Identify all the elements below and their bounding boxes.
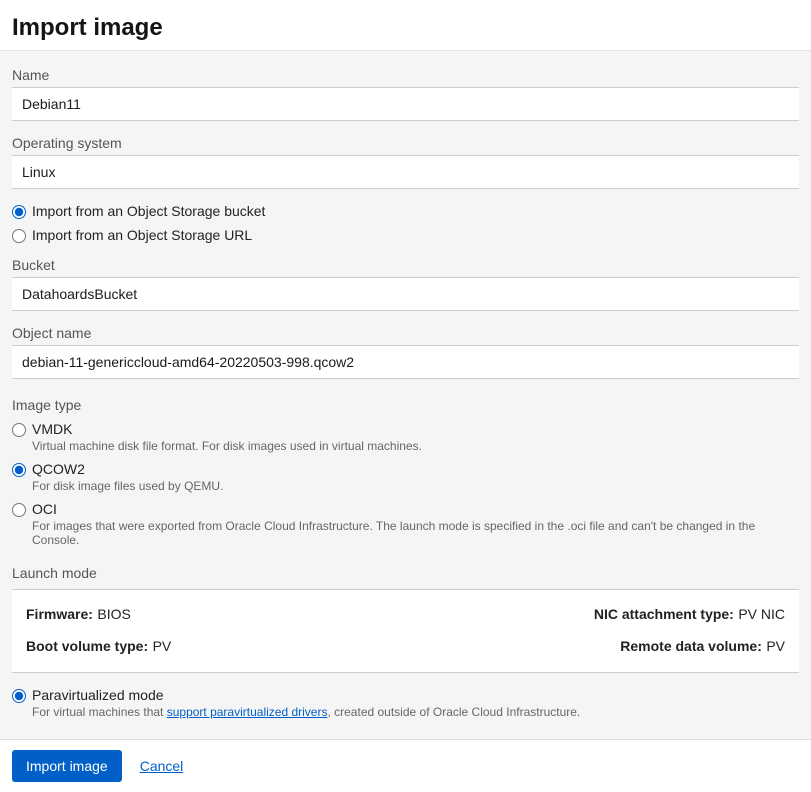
pv-mode-desc: For virtual machines that support paravi… <box>32 705 799 719</box>
source-bucket-radio-row[interactable]: Import from an Object Storage bucket <box>12 203 799 219</box>
name-label: Name <box>12 67 799 83</box>
boot-value-text: PV <box>153 638 172 654</box>
qcow2-radio-row[interactable]: QCOW2 <box>12 461 799 477</box>
pv-mode-radio[interactable] <box>12 689 26 703</box>
vmdk-radio[interactable] <box>12 423 26 437</box>
oci-desc: For images that were exported from Oracl… <box>32 519 799 547</box>
pv-desc-post: , created outside of Oracle Cloud Infras… <box>327 705 580 719</box>
firmware-label: Firmware: <box>26 606 93 622</box>
pv-mode-label: Paravirtualized mode <box>32 687 164 703</box>
object-label: Object name <box>12 325 799 341</box>
source-bucket-radio[interactable] <box>12 205 26 219</box>
bucket-select[interactable] <box>12 277 799 311</box>
source-url-radio-row[interactable]: Import from an Object Storage URL <box>12 227 799 243</box>
object-select[interactable] <box>12 345 799 379</box>
launch-mode-heading: Launch mode <box>12 565 799 581</box>
vmdk-radio-row[interactable]: VMDK <box>12 421 799 437</box>
launch-col-right: NIC attachment type: PV NIC Remote data … <box>594 606 785 656</box>
qcow2-radio[interactable] <box>12 463 26 477</box>
pv-mode-radio-row[interactable]: Paravirtualized mode <box>12 687 799 703</box>
os-select[interactable] <box>12 155 799 189</box>
remote-label: Remote data volume: <box>620 638 762 654</box>
oci-radio-row[interactable]: OCI <box>12 501 799 517</box>
source-bucket-label: Import from an Object Storage bucket <box>32 203 265 219</box>
remote-value-text: PV <box>766 638 785 654</box>
image-type-heading: Image type <box>12 397 799 413</box>
firmware-value-text: BIOS <box>97 606 130 622</box>
nic-label: NIC attachment type: <box>594 606 734 622</box>
source-url-radio[interactable] <box>12 229 26 243</box>
vmdk-label: VMDK <box>32 421 72 437</box>
boot-label: Boot volume type: <box>26 638 148 654</box>
vmdk-desc: Virtual machine disk file format. For di… <box>32 439 799 453</box>
qcow2-desc: For disk image files used by QEMU. <box>32 479 799 493</box>
source-url-label: Import from an Object Storage URL <box>32 227 252 243</box>
page-title: Import image <box>12 14 799 42</box>
os-label: Operating system <box>12 135 799 151</box>
form-area: Name Operating system Import from an Obj… <box>0 50 811 739</box>
qcow2-label: QCOW2 <box>32 461 85 477</box>
pv-drivers-link[interactable]: support paravirtualized drivers <box>167 705 328 719</box>
oci-label: OCI <box>32 501 57 517</box>
oci-radio[interactable] <box>12 503 26 517</box>
nic-value-text: PV NIC <box>738 606 785 622</box>
cancel-button[interactable]: Cancel <box>140 758 184 774</box>
pv-desc-pre: For virtual machines that <box>32 705 167 719</box>
bucket-label: Bucket <box>12 257 799 273</box>
launch-col-left: Firmware: BIOS Boot volume type: PV <box>26 606 171 656</box>
footer: Import image Cancel <box>0 739 811 792</box>
launch-mode-box: Firmware: BIOS Boot volume type: PV NIC … <box>12 589 799 673</box>
name-input[interactable] <box>12 87 799 121</box>
import-image-button[interactable]: Import image <box>12 750 122 782</box>
